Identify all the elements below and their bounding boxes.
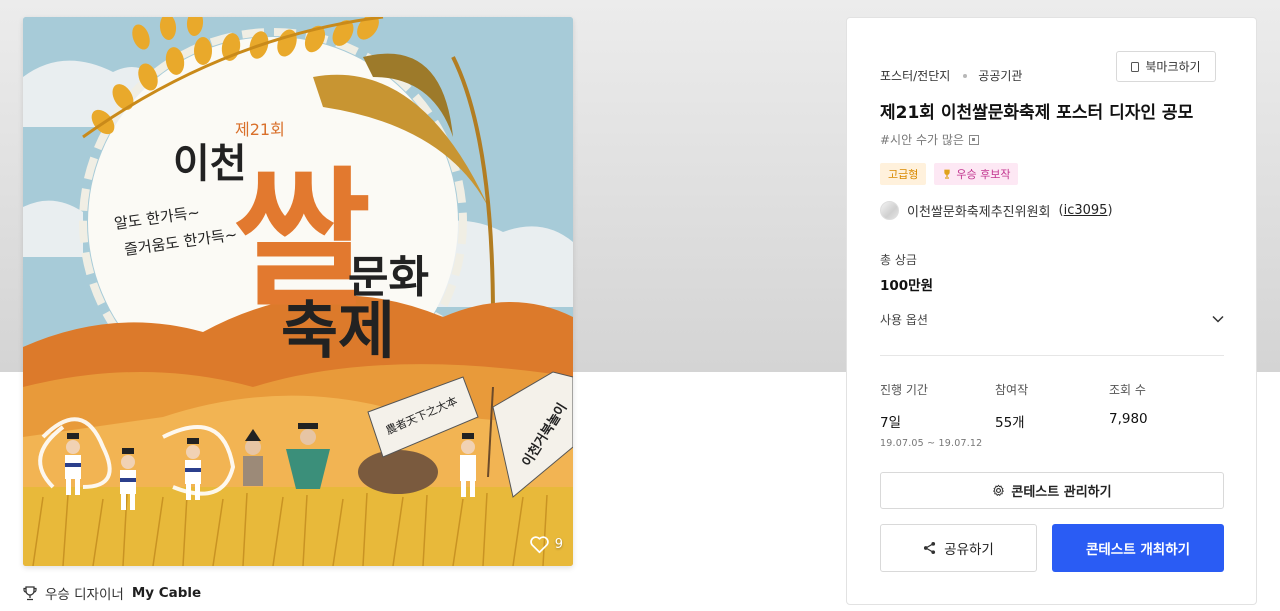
host-name: 이천쌀문화축제추진위원회: [907, 205, 1051, 220]
usage-options-label: 사용 옵션: [880, 312, 928, 327]
stat-entries: 참여작 55개: [995, 381, 1028, 431]
image-icon: [968, 134, 979, 145]
tag-text[interactable]: #시안 수가 많은: [880, 131, 964, 148]
contest-tags: #시안 수가 많은: [880, 131, 979, 148]
bookmark-label: 북마크하기: [1145, 60, 1201, 74]
grade-badge: 고급형: [880, 163, 927, 185]
manage-contest-button[interactable]: 콘테스트 관리하기: [880, 472, 1224, 509]
winner-name[interactable]: My Cable: [132, 585, 201, 601]
manage-contest-label: 콘테스트 관리하기: [1011, 485, 1112, 500]
bookmark-icon: [1131, 61, 1140, 72]
views-label: 조회 수: [1109, 383, 1146, 397]
period-value: 7일: [880, 415, 902, 431]
contest-title: 제21회 이천쌀문화축제 포스터 디자인 공모: [880, 103, 1194, 123]
poster-artwork: 農者天下之大本 이천거북놀이 제21회 이천 쌀 문화 축제 알도 한가득~ 즐…: [23, 17, 573, 566]
entries-label: 참여작: [995, 383, 1029, 397]
breadcrumb-separator: [963, 73, 968, 78]
winner-candidate-label: 우승 후보작: [956, 168, 1011, 181]
host-id-link[interactable]: ic3095: [1064, 203, 1108, 218]
trophy-icon: [23, 585, 37, 600]
bookmark-button[interactable]: 북마크하기: [1116, 51, 1216, 82]
chevron-down-icon: [1212, 315, 1224, 323]
host-info: 이천쌀문화축제추진위원회 (ic3095): [880, 201, 1113, 220]
winner-candidate-badge: 우승 후보작: [934, 163, 1019, 185]
heart-icon: [529, 536, 549, 554]
total-prize-value: 100만원: [880, 278, 934, 294]
total-prize-label: 총 상금: [880, 253, 917, 267]
breadcrumb: 포스터/전단지 공공기관: [880, 67, 1022, 84]
views-value: 7,980: [1109, 411, 1148, 427]
host-avatar[interactable]: [880, 201, 899, 220]
gear-icon: [993, 484, 1005, 496]
stat-views: 조회 수 7,980: [1109, 381, 1148, 427]
category-link[interactable]: 포스터/전단지: [880, 67, 950, 84]
winner-designer: 우승 디자이너 My Cable: [23, 583, 201, 603]
poster-festival-text: 축제: [281, 294, 395, 367]
org-type-link[interactable]: 공공기관: [978, 67, 1022, 84]
host-contest-button[interactable]: 콘테스트 개최하기: [1052, 524, 1224, 572]
like-button[interactable]: 9: [529, 535, 563, 554]
trophy-icon: [944, 169, 951, 179]
contest-poster-image[interactable]: 農者天下之大本 이천거북놀이 제21회 이천 쌀 문화 축제 알도 한가득~ 즐…: [23, 17, 573, 566]
badge-list: 고급형 우승 후보작: [880, 163, 1019, 185]
like-count: 9: [554, 537, 563, 552]
period-label: 진행 기간: [880, 383, 928, 397]
period-dates: 19.07.05 ~ 19.07.12: [880, 438, 983, 449]
usage-options-toggle[interactable]: 사용 옵션: [880, 310, 1224, 328]
contest-info-panel: 포스터/전단지 공공기관 북마크하기 제21회 이천쌀문화축제 포스터 디자인 …: [846, 17, 1257, 605]
divider: [880, 355, 1224, 356]
poster-round-text: 제21회: [235, 120, 285, 139]
stat-period: 진행 기간 7일 19.07.05 ~ 19.07.12: [880, 381, 982, 449]
share-label: 공유하기: [944, 542, 994, 558]
share-icon: [924, 541, 936, 555]
entries-value: 55개: [995, 415, 1025, 431]
winner-label: 우승 디자이너: [45, 587, 124, 603]
share-button[interactable]: 공유하기: [880, 524, 1037, 572]
